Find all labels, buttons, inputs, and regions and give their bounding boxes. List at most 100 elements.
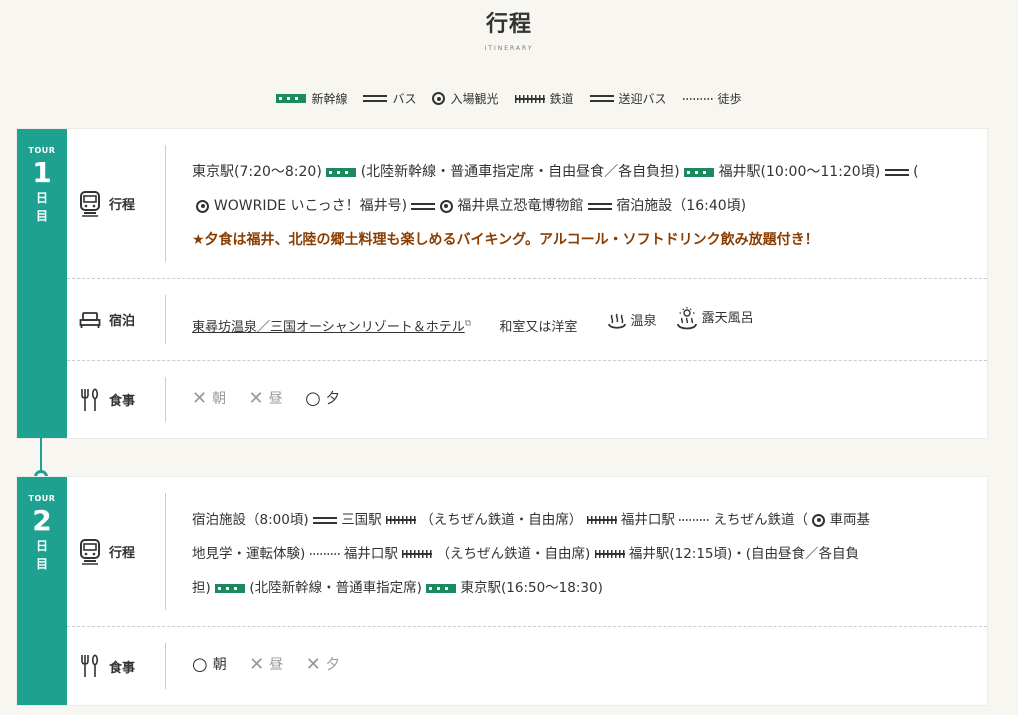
meal-not-included-icon: ✕ [305,654,321,675]
rail-line-icon [586,516,617,524]
admission-icon [196,199,210,213]
row-divider [165,377,166,422]
meal-name: 朝 [212,391,227,407]
legend-label: バス [392,92,417,106]
legend-label: 鉄道 [549,92,574,106]
shinkansen-icon [215,583,246,593]
day-2-tab: TOUR 2 日 目 [17,477,67,705]
walk-line-icon [309,553,340,555]
fork-knife-icon [81,654,99,677]
row-divider [165,145,166,262]
bus-line-icon [587,202,612,210]
stay-label-text: 宿泊 [109,314,136,329]
rotenburo-label: 露天風呂 [701,311,754,326]
meal-not-included-icon: ✕ [249,654,265,675]
itinerary-label: 行程 [79,129,135,278]
tour-label: TOUR [28,146,56,155]
external-link-icon: ⧉ [464,318,472,329]
segment-text: （えちぜん鉄道・自由席) [436,546,591,562]
meal-label: 食事 [79,627,135,705]
bus-line-icon [884,168,909,176]
train-icon [80,538,100,565]
meal-label: 食事 [79,361,135,438]
meal-dinner: ○ 夕 [305,382,340,416]
shinkansen-icon [426,583,457,593]
day-1-tab: TOUR 1 日 目 [17,129,67,438]
hotel-link[interactable]: 東尋坊温泉／三国オーシャンリゾート＆ホテル [192,320,465,335]
bus-line-icon [363,95,388,102]
walk-line-icon [679,519,710,521]
meal-lunch: ✕ 昼 [249,382,283,416]
meal-dinner: ✕ 夕 [306,648,340,682]
meal-included-icon: ○ [192,654,208,675]
rail-line-icon [402,550,433,558]
segment-text: (北陸新幹線・普通車指定席・自由昼食／各自負担) [360,164,680,180]
stop-text: 三国駅 [341,512,382,528]
day-1-stay-row: 宿泊 東尋坊温泉／三国オーシャンリゾート＆ホテル⧉ 和室又は洋室 温泉 露天風呂 [67,279,987,361]
day-2-itinerary: 宿泊施設（8:00頃) 三国駅 （えちぜん鉄道・自由席） 福井口駅 えちぜん鉄道… [192,503,965,605]
shinkansen-icon [684,167,715,177]
meal-name: 昼 [268,391,283,407]
meal-breakfast: ✕ 朝 [192,382,226,416]
row-divider [165,493,166,610]
shuttle-bus-line-icon [589,95,614,102]
admission-icon [432,92,446,105]
meal-included-icon: ○ [305,388,321,409]
shinkansen-icon [276,94,307,103]
segment-text: えちぜん鉄道（ [713,512,808,528]
day-suffix-1: 日 [35,191,48,205]
itinerary-label: 行程 [79,477,135,626]
day-2-card: TOUR 2 日 目 行程 宿泊施設（8:00頃) 三国駅 （えちぜん鉄道・自由… [17,477,987,705]
day-1-card: TOUR 1 日 目 行程 東京駅(7:20〜8:20) (北陸新幹線・普通車指… [17,129,987,438]
row-divider [165,295,166,344]
segment-text: (北陸新幹線・普通車指定席) [249,580,422,596]
itinerary-label-text: 行程 [109,546,136,561]
onsen-icon [608,313,627,329]
room-type: 和室又は洋室 [499,320,578,335]
stop-text: 地見学・運転体験) [192,546,306,562]
day-2-meals: ○ 朝 ✕ 昼 ✕ 夕 [192,648,965,683]
rail-line-icon [514,94,545,103]
meal-name: 昼 [269,657,284,673]
meal-label-text: 食事 [109,660,136,676]
bed-icon [79,311,101,328]
bus-line-icon [411,202,436,210]
day-1-meal-row: 食事 ✕ 朝 ✕ 昼 ○ 夕 [67,361,987,438]
day-1-itinerary-row: 行程 東京駅(7:20〜8:20) (北陸新幹線・普通車指定席・自由昼食／各自負… [67,129,987,279]
admission-icon [812,513,826,527]
dinner-notice: ★夕食は福井、北陸の郷土料理も楽しめるバイキング。アルコール・ソフトドリンク飲み… [192,232,819,248]
segment-text: ( [913,164,919,180]
legend-label: 送迎バス [618,92,667,106]
meal-breakfast: ○ 朝 [192,648,227,682]
stop-text: 宿泊施設（16:40頃) [616,198,747,214]
stop-text: 車両基 [829,512,871,528]
legend-rail: 鉄道 [514,90,574,107]
legend-walk: 徒歩 [682,90,742,107]
stop-text: 福井口駅 [620,512,675,528]
onsen-label: 温泉 [630,314,657,329]
transport-legend: 新幹線 バス 入場観光 鉄道 送迎バス 徒歩 [0,90,1018,107]
stop-text: 東京駅(16:50〜18:30) [460,580,603,596]
bus-line-icon [312,516,337,524]
stop-text: 福井口駅 [343,546,398,562]
meal-label-text: 食事 [109,394,136,409]
day-1-meals: ✕ 朝 ✕ 昼 ○ 夕 [192,382,965,417]
day-2-meal-row: 食事 ○ 朝 ✕ 昼 ✕ 夕 [67,627,987,705]
meal-not-included-icon: ✕ [248,388,264,409]
legend-admission: 入場観光 [432,90,499,107]
fork-knife-icon [81,387,99,411]
page-subtitle: ITINERARY [484,45,534,52]
stop-text: 福井県立恐竜博物館 [457,198,584,214]
stay-label: 宿泊 [79,279,135,360]
legend-bus: バス [363,90,416,107]
day-suffix-2: 目 [35,557,48,571]
stop-text: 宿泊施設（8:00頃) [192,512,309,528]
walk-line-icon [682,97,713,100]
onsen-feature: 温泉 [607,305,657,339]
day-number: 1 [32,156,52,189]
meal-name: 夕 [325,657,340,673]
rotenburo-feature: 露天風呂 [675,302,754,336]
legend-label: 入場観光 [450,92,499,106]
page-title: 行程 [485,12,532,37]
segment-text: WOWRIDE いこっさ！福井号) [213,198,408,214]
